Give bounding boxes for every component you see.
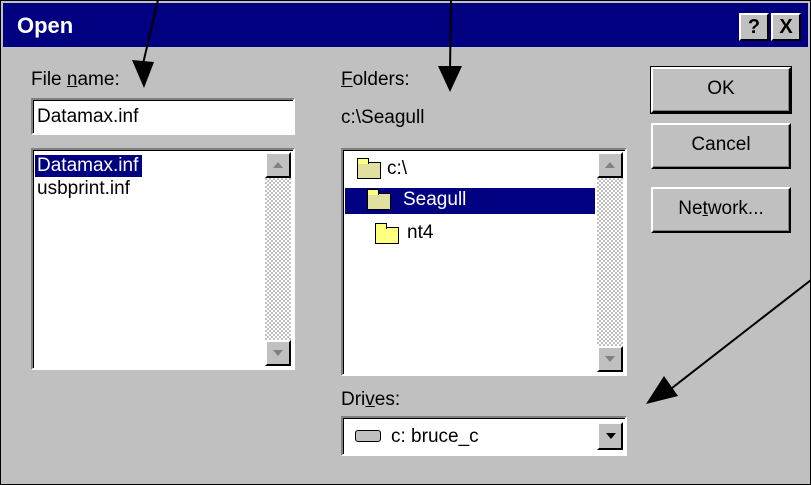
- arrow-icon: [438, 0, 462, 92]
- arrow-icon: [132, 0, 159, 88]
- arrow-icon: [646, 279, 811, 404]
- annotation-arrows: [132, 0, 811, 404]
